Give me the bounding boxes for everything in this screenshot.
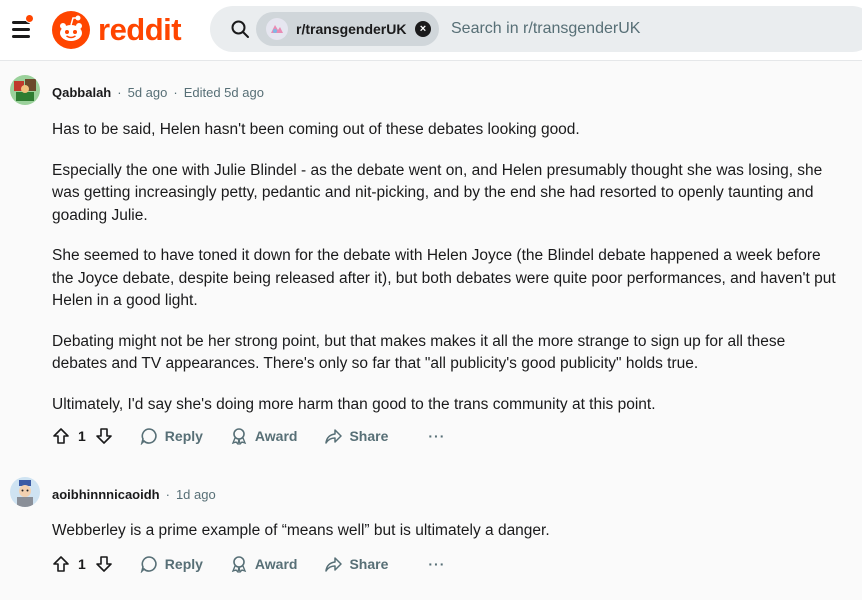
top-header: reddit r/transgenderUK ×	[0, 0, 862, 61]
notification-dot	[25, 14, 34, 23]
downvote-icon[interactable]	[95, 555, 113, 573]
comment-author[interactable]: aoibhinnnicaoidh	[52, 487, 160, 502]
upvote-icon[interactable]	[52, 555, 70, 573]
award-label: Award	[254, 556, 298, 572]
comment-bubble-icon	[140, 556, 157, 573]
comment-actions: 1 Reply Award Share ···	[52, 551, 445, 577]
comment-paragraph: Webberley is a prime example of “means w…	[52, 522, 550, 539]
comment-meta: Qabbalah · 5d ago · Edited 5d ago	[52, 85, 264, 100]
close-icon[interactable]: ×	[415, 21, 431, 37]
reply-label: Reply	[164, 556, 203, 572]
award-label: Award	[254, 428, 298, 444]
search-input[interactable]	[451, 18, 851, 40]
reddit-snoo-icon	[52, 11, 90, 49]
vote-count: 1	[78, 556, 86, 572]
comment-paragraph: Ultimately, I'd say she's doing more har…	[52, 395, 656, 413]
comment-time: 1d ago	[175, 487, 216, 502]
vote-count: 1	[78, 428, 86, 444]
comment-paragraph: She seemed to have toned it down for the…	[52, 247, 836, 309]
more-options-icon[interactable]: ···	[428, 556, 445, 572]
community-chip-label: r/transgenderUK	[296, 21, 407, 37]
reply-button[interactable]: Reply	[140, 427, 203, 445]
comment-paragraph: Has to be said, Helen hasn't been coming…	[52, 121, 580, 138]
share-button[interactable]: Share	[324, 555, 388, 573]
comment-paragraph: Especially the one with Julie Blindel - …	[52, 161, 823, 224]
comment: aoibhinnnicaoidh · 1d ago Webberley is a…	[0, 471, 862, 600]
search-icon	[231, 20, 249, 38]
share-icon	[325, 429, 343, 444]
vote-group: 1	[52, 427, 113, 445]
vote-group: 1	[52, 555, 113, 573]
upvote-icon[interactable]	[52, 427, 70, 445]
search-bar[interactable]: r/transgenderUK ×	[210, 6, 862, 52]
comment-body: Has to be said, Helen hasn't been coming…	[52, 119, 842, 434]
community-chip[interactable]: r/transgenderUK ×	[256, 12, 439, 46]
comment-bubble-icon	[140, 428, 157, 445]
comment-meta: aoibhinnnicaoidh · 1d ago	[52, 487, 216, 502]
share-button[interactable]: Share	[324, 427, 388, 445]
logo-wordmark: reddit	[98, 12, 182, 47]
award-icon	[231, 428, 247, 445]
comment-edited: Edited 5d ago	[183, 85, 264, 100]
comment-paragraph: Debating might not be her strong point, …	[52, 332, 786, 373]
comment-time: 5d ago	[127, 85, 168, 100]
award-button[interactable]: Award	[230, 427, 298, 445]
award-icon	[231, 556, 247, 573]
more-options-icon[interactable]: ···	[428, 428, 445, 444]
share-label: Share	[349, 428, 389, 444]
community-avatar-icon	[266, 18, 288, 40]
comment: Qabbalah · 5d ago · Edited 5d ago Has to…	[0, 61, 862, 461]
reply-button[interactable]: Reply	[140, 555, 203, 573]
comment-actions: 1 Reply Award Share ···	[52, 423, 445, 449]
reply-label: Reply	[164, 428, 203, 444]
share-icon	[325, 557, 343, 572]
award-button[interactable]: Award	[230, 555, 298, 573]
avatar[interactable]	[10, 477, 40, 507]
comment-author[interactable]: Qabbalah	[52, 85, 111, 100]
share-label: Share	[349, 556, 389, 572]
avatar[interactable]	[10, 75, 40, 105]
downvote-icon[interactable]	[95, 427, 113, 445]
comments-area: Qabbalah · 5d ago · Edited 5d ago Has to…	[0, 61, 862, 600]
reddit-logo[interactable]: reddit	[52, 10, 182, 50]
